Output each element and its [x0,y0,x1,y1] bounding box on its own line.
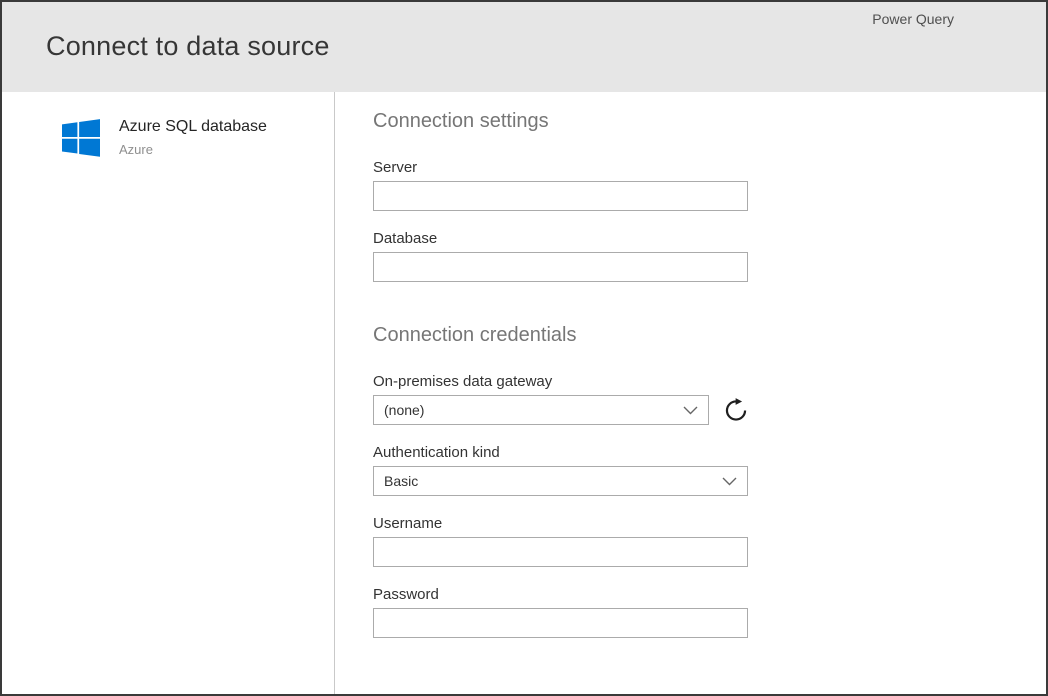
password-field-group: Password [373,586,748,638]
settings-heading: Connection settings [373,110,1046,133]
username-input[interactable] [373,537,748,567]
dialog-content: Azure SQL database Azure Connection sett… [2,92,1046,694]
auth-kind-label: Authentication kind [373,444,748,461]
credentials-heading: Connection credentials [373,324,1046,347]
app-label: Power Query [872,11,954,27]
gateway-label: On-premises data gateway [373,373,748,390]
source-texts: Azure SQL database Azure [119,115,267,157]
gateway-selected-value: (none) [384,402,424,418]
database-field-group: Database [373,230,748,282]
gateway-row: (none) [373,395,748,425]
selected-source-item[interactable]: Azure SQL database Azure [62,115,334,157]
chevron-down-icon [722,477,737,486]
gateway-field-group: On-premises data gateway (none) [373,373,748,425]
gateway-dropdown[interactable]: (none) [373,395,709,425]
database-label: Database [373,230,748,247]
connect-dialog: Power Query Connect to data source Azure… [0,0,1048,696]
source-category: Azure [119,142,267,157]
username-label: Username [373,515,748,532]
database-input[interactable] [373,252,748,282]
server-input[interactable] [373,181,748,211]
connection-form: Connection settings Server Database Conn… [335,92,1046,694]
refresh-icon[interactable] [724,397,748,424]
chevron-down-icon [683,406,698,415]
source-name: Azure SQL database [119,117,267,138]
auth-selected-value: Basic [384,473,418,489]
windows-logo-icon [62,119,100,157]
source-panel: Azure SQL database Azure [2,92,335,694]
server-label: Server [373,159,748,176]
page-title: Connect to data source [46,31,330,62]
password-input[interactable] [373,608,748,638]
auth-field-group: Authentication kind Basic [373,444,748,496]
server-field-group: Server [373,159,748,211]
password-label: Password [373,586,748,603]
auth-kind-dropdown[interactable]: Basic [373,466,748,496]
username-field-group: Username [373,515,748,567]
dialog-header: Power Query Connect to data source [2,2,1046,92]
